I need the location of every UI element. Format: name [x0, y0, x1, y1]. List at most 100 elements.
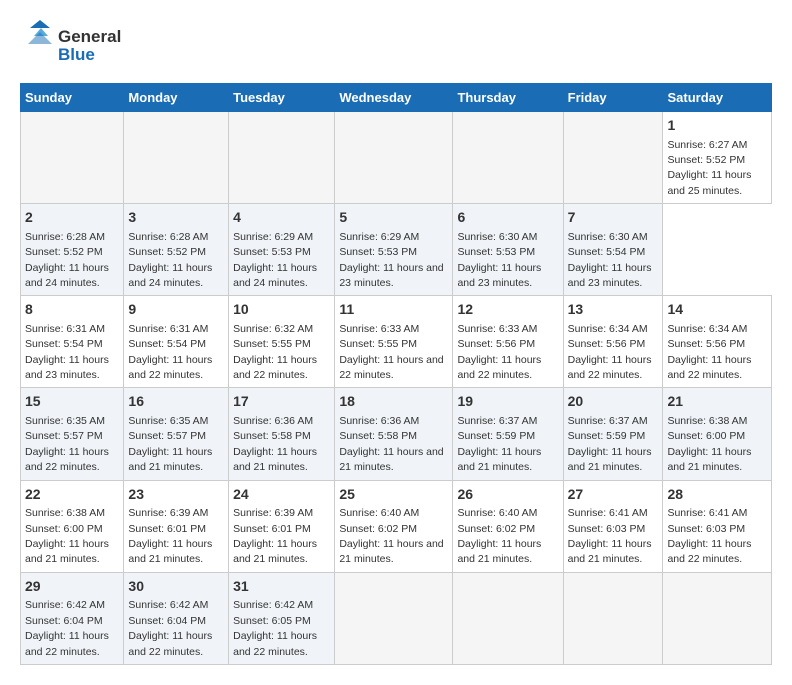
daylight-info: Daylight: 11 hours and 23 minutes. — [339, 262, 443, 289]
day-number: 25 — [339, 485, 448, 505]
sunrise-info: Sunrise: 6:34 AM — [568, 323, 648, 335]
daylight-info: Daylight: 11 hours and 22 minutes. — [128, 630, 212, 657]
daylight-info: Daylight: 11 hours and 22 minutes. — [568, 354, 652, 381]
daylight-info: Daylight: 11 hours and 21 minutes. — [568, 446, 652, 473]
sunrise-info: Sunrise: 6:37 AM — [568, 415, 648, 427]
sunrise-info: Sunrise: 6:41 AM — [667, 507, 747, 519]
day-number: 16 — [128, 392, 224, 412]
calendar-week-row: 29 Sunrise: 6:42 AM Sunset: 6:04 PM Dayl… — [21, 572, 772, 664]
sunset-info: Sunset: 5:52 PM — [667, 154, 745, 166]
sunset-info: Sunset: 6:04 PM — [128, 615, 206, 627]
calendar-cell: 8 Sunrise: 6:31 AM Sunset: 5:54 PM Dayli… — [21, 296, 124, 388]
sunset-info: Sunset: 6:05 PM — [233, 615, 311, 627]
sunset-info: Sunset: 5:57 PM — [25, 430, 103, 442]
sunset-info: Sunset: 6:01 PM — [233, 523, 311, 535]
sunset-info: Sunset: 5:59 PM — [457, 430, 535, 442]
calendar-cell: 2 Sunrise: 6:28 AM Sunset: 5:52 PM Dayli… — [21, 204, 124, 296]
day-number: 11 — [339, 300, 448, 320]
day-number: 12 — [457, 300, 558, 320]
day-number: 4 — [233, 208, 330, 228]
sunset-info: Sunset: 6:04 PM — [25, 615, 103, 627]
sunset-info: Sunset: 5:52 PM — [25, 246, 103, 258]
logo-graphic: General Blue — [20, 20, 140, 73]
calendar-week-row: 2 Sunrise: 6:28 AM Sunset: 5:52 PM Dayli… — [21, 204, 772, 296]
daylight-info: Daylight: 11 hours and 24 minutes. — [128, 262, 212, 289]
calendar-cell: 21 Sunrise: 6:38 AM Sunset: 6:00 PM Dayl… — [663, 388, 772, 480]
sunset-info: Sunset: 5:56 PM — [667, 338, 745, 350]
calendar-cell: 16 Sunrise: 6:35 AM Sunset: 5:57 PM Dayl… — [124, 388, 229, 480]
sunrise-info: Sunrise: 6:39 AM — [233, 507, 313, 519]
daylight-info: Daylight: 11 hours and 21 minutes. — [128, 538, 212, 565]
sunrise-info: Sunrise: 6:41 AM — [568, 507, 648, 519]
calendar-header: SundayMondayTuesdayWednesdayThursdayFrid… — [21, 84, 772, 112]
day-number: 5 — [339, 208, 448, 228]
day-number: 20 — [568, 392, 659, 412]
day-header: Thursday — [453, 84, 563, 112]
sunset-info: Sunset: 5:56 PM — [457, 338, 535, 350]
daylight-info: Daylight: 11 hours and 22 minutes. — [233, 354, 317, 381]
day-number: 23 — [128, 485, 224, 505]
sunset-info: Sunset: 6:03 PM — [568, 523, 646, 535]
sunrise-info: Sunrise: 6:42 AM — [128, 599, 208, 611]
sunset-info: Sunset: 5:57 PM — [128, 430, 206, 442]
daylight-info: Daylight: 11 hours and 21 minutes. — [667, 446, 751, 473]
day-number: 19 — [457, 392, 558, 412]
calendar-cell: 18 Sunrise: 6:36 AM Sunset: 5:58 PM Dayl… — [335, 388, 453, 480]
calendar-cell — [453, 572, 563, 664]
sunrise-info: Sunrise: 6:30 AM — [457, 231, 537, 243]
calendar-cell — [124, 112, 229, 204]
day-number: 21 — [667, 392, 767, 412]
sunrise-info: Sunrise: 6:28 AM — [25, 231, 105, 243]
sunrise-info: Sunrise: 6:28 AM — [128, 231, 208, 243]
day-header: Monday — [124, 84, 229, 112]
sunset-info: Sunset: 5:53 PM — [457, 246, 535, 258]
sunset-info: Sunset: 5:53 PM — [233, 246, 311, 258]
calendar-table: SundayMondayTuesdayWednesdayThursdayFrid… — [20, 83, 772, 665]
daylight-info: Daylight: 11 hours and 21 minutes. — [457, 538, 541, 565]
sunset-info: Sunset: 5:56 PM — [568, 338, 646, 350]
calendar-cell: 10 Sunrise: 6:32 AM Sunset: 5:55 PM Dayl… — [229, 296, 335, 388]
calendar-cell: 4 Sunrise: 6:29 AM Sunset: 5:53 PM Dayli… — [229, 204, 335, 296]
daylight-info: Daylight: 11 hours and 22 minutes. — [128, 354, 212, 381]
sunset-info: Sunset: 5:59 PM — [568, 430, 646, 442]
daylight-info: Daylight: 11 hours and 22 minutes. — [233, 630, 317, 657]
day-header: Wednesday — [335, 84, 453, 112]
day-number: 9 — [128, 300, 224, 320]
daylight-info: Daylight: 11 hours and 21 minutes. — [233, 538, 317, 565]
sunset-info: Sunset: 5:52 PM — [128, 246, 206, 258]
calendar-cell: 27 Sunrise: 6:41 AM Sunset: 6:03 PM Dayl… — [563, 480, 663, 572]
sunrise-info: Sunrise: 6:29 AM — [233, 231, 313, 243]
calendar-cell: 30 Sunrise: 6:42 AM Sunset: 6:04 PM Dayl… — [124, 572, 229, 664]
daylight-info: Daylight: 11 hours and 22 minutes. — [457, 354, 541, 381]
day-number: 6 — [457, 208, 558, 228]
calendar-cell: 11 Sunrise: 6:33 AM Sunset: 5:55 PM Dayl… — [335, 296, 453, 388]
day-header: Sunday — [21, 84, 124, 112]
svg-text:General: General — [58, 27, 121, 46]
calendar-cell — [453, 112, 563, 204]
day-number: 26 — [457, 485, 558, 505]
daylight-info: Daylight: 11 hours and 22 minutes. — [25, 630, 109, 657]
calendar-cell: 31 Sunrise: 6:42 AM Sunset: 6:05 PM Dayl… — [229, 572, 335, 664]
daylight-info: Daylight: 11 hours and 23 minutes. — [25, 354, 109, 381]
calendar-cell: 25 Sunrise: 6:40 AM Sunset: 6:02 PM Dayl… — [335, 480, 453, 572]
calendar-cell — [563, 572, 663, 664]
sunrise-info: Sunrise: 6:31 AM — [25, 323, 105, 335]
sunrise-info: Sunrise: 6:33 AM — [457, 323, 537, 335]
calendar-cell — [21, 112, 124, 204]
daylight-info: Daylight: 11 hours and 21 minutes. — [233, 446, 317, 473]
day-number: 30 — [128, 577, 224, 597]
day-header: Tuesday — [229, 84, 335, 112]
sunset-info: Sunset: 5:58 PM — [233, 430, 311, 442]
sunrise-info: Sunrise: 6:42 AM — [233, 599, 313, 611]
day-number: 15 — [25, 392, 119, 412]
sunrise-info: Sunrise: 6:37 AM — [457, 415, 537, 427]
calendar-cell: 12 Sunrise: 6:33 AM Sunset: 5:56 PM Dayl… — [453, 296, 563, 388]
day-number: 1 — [667, 116, 767, 136]
calendar-cell: 19 Sunrise: 6:37 AM Sunset: 5:59 PM Dayl… — [453, 388, 563, 480]
calendar-cell: 23 Sunrise: 6:39 AM Sunset: 6:01 PM Dayl… — [124, 480, 229, 572]
sunset-info: Sunset: 6:02 PM — [339, 523, 417, 535]
sunrise-info: Sunrise: 6:31 AM — [128, 323, 208, 335]
day-number: 29 — [25, 577, 119, 597]
calendar-body: 1 Sunrise: 6:27 AM Sunset: 5:52 PM Dayli… — [21, 112, 772, 665]
svg-text:Blue: Blue — [58, 45, 95, 64]
